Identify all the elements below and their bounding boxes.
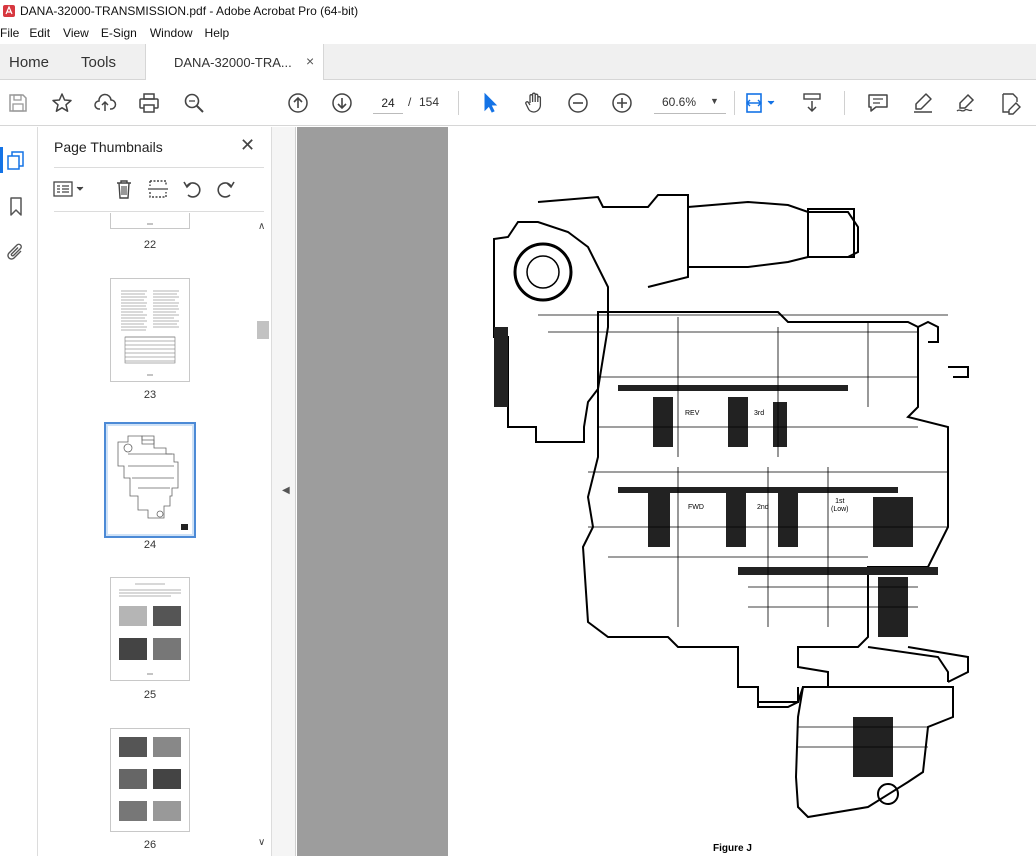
tab-document[interactable]: DANA-32000-TRA... × — [145, 44, 324, 81]
thumbnail-page-22[interactable] — [110, 213, 190, 229]
figure-caption: Figure J — [713, 843, 752, 854]
page-thumbnails-panel: Page Thumbnails ✕ 22 23 24 25 26 ∧ ∨ — [38, 127, 272, 856]
rotate-left-icon[interactable] — [181, 178, 203, 200]
panel-divider — [54, 211, 264, 212]
delete-page-icon[interactable] — [113, 178, 135, 200]
title-bar: DANA-32000-TRANSMISSION.pdf - Adobe Acro… — [0, 0, 1036, 22]
thumbnail-page-26[interactable] — [110, 728, 190, 832]
menu-e-sign[interactable]: E-Sign — [101, 26, 150, 40]
tab-tools[interactable]: Tools — [81, 54, 116, 71]
tab-bar: Home Tools DANA-32000-TRA... × — [0, 44, 1036, 81]
hand-tool-icon[interactable] — [522, 91, 546, 115]
menu-bar: File Edit View E-Sign Window Help — [0, 22, 1036, 44]
scrollbar-thumb[interactable] — [257, 321, 269, 339]
edit-pdf-icon[interactable] — [998, 91, 1022, 115]
navigation-rail — [0, 127, 38, 856]
panel-splitter[interactable]: ◀ — [272, 127, 296, 856]
scroll-mode-icon[interactable] — [800, 91, 824, 115]
collapse-panel-icon[interactable]: ◀ — [282, 485, 290, 496]
previous-page-icon[interactable] — [286, 91, 310, 115]
rotate-right-icon[interactable] — [215, 178, 237, 200]
panel-title: Page Thumbnails — [54, 139, 163, 155]
print-icon[interactable] — [137, 91, 161, 115]
toolbar: / 154 60.6% ▼ — [0, 80, 1036, 126]
scroll-up-icon[interactable]: ∧ — [258, 221, 265, 232]
window-title: DANA-32000-TRANSMISSION.pdf - Adobe Acro… — [20, 4, 359, 18]
gear-label-fwd: FWD — [688, 504, 704, 511]
toolbar-divider — [458, 91, 459, 115]
page-number-input[interactable] — [373, 92, 403, 114]
thumbnail-scrollbar[interactable]: ∧ ∨ — [256, 217, 270, 856]
active-indicator — [0, 147, 3, 173]
thumbnail-label: 22 — [143, 239, 157, 251]
toolbar-divider — [734, 91, 735, 115]
thumbnail-label: 24 — [143, 539, 157, 551]
scroll-down-icon[interactable]: ∨ — [258, 837, 265, 848]
page-thumbnails-icon[interactable] — [5, 149, 27, 171]
comment-icon[interactable] — [866, 91, 890, 115]
sign-pen-icon[interactable] — [954, 91, 978, 115]
tab-document-label: DANA-32000-TRA... — [174, 55, 292, 70]
zoom-level-value: 60.6% — [662, 95, 697, 109]
thumbnail-page-24[interactable] — [104, 422, 196, 538]
thumbnail-label: 23 — [143, 389, 157, 401]
zoom-search-icon[interactable] — [182, 91, 206, 115]
pdf-page: REV 3rd FWD 2nd 1st (Low) Figure J — [448, 127, 1036, 856]
fit-page-icon[interactable] — [744, 91, 780, 115]
panel-close-icon[interactable]: ✕ — [240, 135, 255, 156]
zoom-out-icon[interactable] — [566, 91, 590, 115]
tab-home[interactable]: Home — [9, 54, 49, 71]
panel-divider — [54, 167, 264, 168]
page-total: 154 — [419, 95, 440, 109]
menu-file[interactable]: File — [0, 26, 29, 40]
acrobat-app-icon — [3, 5, 15, 17]
toolbar-divider — [844, 91, 845, 115]
document-view[interactable]: REV 3rd FWD 2nd 1st (Low) Figure J — [297, 127, 1036, 856]
save-icon[interactable] — [6, 91, 30, 115]
menu-view[interactable]: View — [63, 26, 101, 40]
attachments-icon[interactable] — [5, 241, 27, 263]
thumbnail-page-23[interactable] — [110, 278, 190, 382]
transmission-cross-section-drawing — [493, 194, 969, 819]
thumbnail-label: 26 — [143, 839, 157, 851]
next-page-icon[interactable] — [330, 91, 354, 115]
menu-help[interactable]: Help — [205, 26, 236, 40]
gear-label-rev: REV — [685, 410, 700, 417]
thumbnail-list: 22 23 24 25 26 — [38, 213, 258, 856]
chevron-down-icon: ▼ — [710, 96, 719, 106]
cloud-upload-icon[interactable] — [93, 91, 117, 115]
bookmarks-icon[interactable] — [5, 195, 27, 217]
page-separator: / — [408, 95, 412, 109]
thumbnail-options-icon[interactable] — [52, 178, 88, 200]
menu-window[interactable]: Window — [150, 26, 205, 40]
tab-close-icon[interactable]: × — [306, 53, 314, 69]
menu-edit[interactable]: Edit — [29, 26, 63, 40]
thumbnail-label: 25 — [143, 689, 157, 701]
select-cursor-icon[interactable] — [478, 91, 502, 115]
highlight-pen-icon[interactable] — [911, 91, 935, 115]
insert-page-icon[interactable] — [147, 178, 169, 200]
gear-label-first: 1st (Low) — [831, 498, 849, 513]
gear-label-second: 2nd — [757, 504, 769, 511]
bookmark-star-icon[interactable] — [50, 91, 74, 115]
zoom-in-icon[interactable] — [610, 91, 634, 115]
zoom-level-dropdown[interactable]: 60.6% ▼ — [654, 92, 726, 114]
gear-label-third: 3rd — [754, 410, 765, 417]
thumbnail-page-25[interactable] — [110, 577, 190, 681]
